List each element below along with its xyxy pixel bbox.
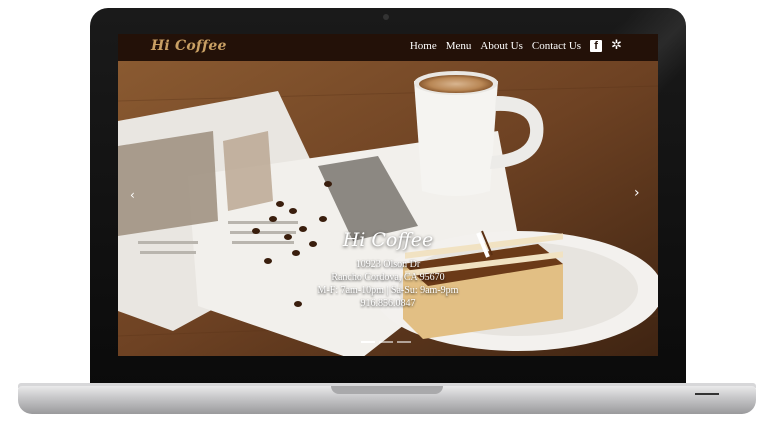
yelp-icon[interactable]: ✲ (611, 39, 622, 52)
nav-menu-link[interactable]: Menu (446, 40, 472, 52)
nav-about-us[interactable]: About Us (480, 40, 522, 52)
carousel-indicators (361, 341, 411, 343)
carousel-prev-arrow[interactable]: ‹ (130, 188, 135, 202)
carousel-dot-3[interactable] (397, 341, 411, 343)
lid-notch (331, 386, 443, 394)
carousel-dot-2[interactable] (379, 341, 393, 343)
address-line-1: 10923 Olson Dr (355, 259, 421, 270)
laptop-screen: Hi Coffee Home Menu About Us Contact Us … (118, 34, 658, 356)
nav-menu: Home Menu About Us Contact Us f ✲ (410, 39, 622, 52)
nav-home[interactable]: Home (410, 40, 437, 52)
phone-number[interactable]: 916.856.0847 (118, 297, 658, 310)
hero-photo (118, 61, 658, 356)
site-logo[interactable]: Hi Coffee (151, 38, 227, 54)
site-navbar: Hi Coffee Home Menu About Us Contact Us … (118, 34, 658, 61)
facebook-icon[interactable]: f (590, 40, 603, 52)
power-indicator (695, 393, 719, 395)
address-line-2: Rancho Cordova, CA 95670 (331, 272, 445, 283)
hero-carousel: ‹ › Hi Coffee 10923 Olson Dr Rancho Cord… (118, 61, 658, 356)
hero-logo: Hi Coffee (342, 229, 434, 251)
webcam-icon (383, 14, 389, 20)
nav-contact-us[interactable]: Contact Us (532, 40, 581, 52)
carousel-dot-1[interactable] (361, 341, 375, 343)
business-hours: M-F: 7am-10pm | Sa-Su: 9am-9pm (317, 285, 459, 296)
carousel-next-arrow[interactable]: › (634, 185, 640, 201)
